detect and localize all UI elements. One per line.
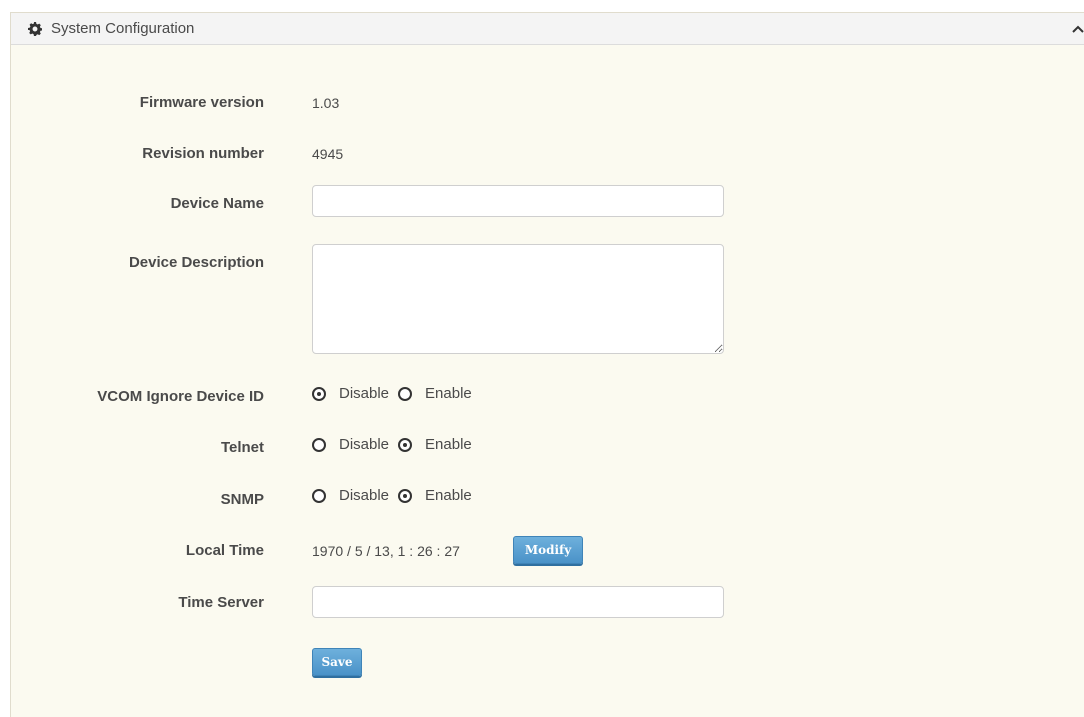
modify-time-button[interactable]: Modify <box>513 536 583 564</box>
system-configuration-panel: System Configuration Firmware version 1.… <box>10 12 1084 717</box>
device-description-label: Device Description <box>128 254 264 271</box>
radio-unchecked-icon <box>398 387 413 401</box>
telnet-enable-radio[interactable]: Enable <box>398 436 472 454</box>
vcom-disable-radio[interactable]: Disable <box>312 385 389 403</box>
telnet-label: Telnet <box>220 439 264 456</box>
snmp-enable-label: Enable <box>425 487 472 504</box>
device-description-textarea[interactable] <box>312 244 724 354</box>
radio-checked-icon <box>312 387 326 401</box>
snmp-disable-radio[interactable]: Disable <box>312 487 389 505</box>
radio-checked-icon <box>398 489 413 503</box>
panel-title: System Configuration <box>51 20 195 37</box>
panel-header[interactable]: System Configuration <box>11 13 1084 45</box>
telnet-enable-label: Enable <box>425 436 472 453</box>
vcom-enable-radio[interactable]: Enable <box>398 385 472 403</box>
time-server-label: Time Server <box>178 594 264 611</box>
local-time-value: 1970 / 5 / 13, 1 : 26 : 27 <box>312 543 460 559</box>
time-server-input[interactable] <box>312 586 724 618</box>
gear-icon <box>28 22 42 36</box>
telnet-radio-group: Disable Enable <box>312 435 481 455</box>
vcom-ignore-device-id-label: VCOM Ignore Device ID <box>97 388 264 405</box>
vcom-enable-label: Enable <box>425 385 472 402</box>
revision-number-label: Revision number <box>142 145 264 162</box>
snmp-radio-group: Disable Enable <box>312 486 481 506</box>
snmp-label: SNMP <box>220 491 264 508</box>
device-name-label: Device Name <box>170 195 264 212</box>
radio-unchecked-icon <box>312 489 326 503</box>
vcom-ignore-device-id-radio-group: Disable Enable <box>312 384 481 404</box>
device-name-input[interactable] <box>312 185 724 217</box>
firmware-version-label: Firmware version <box>139 94 264 111</box>
save-button[interactable]: Save <box>312 648 362 676</box>
snmp-enable-radio[interactable]: Enable <box>398 487 472 505</box>
telnet-disable-radio[interactable]: Disable <box>312 436 389 454</box>
telnet-disable-label: Disable <box>339 436 390 453</box>
vcom-disable-label: Disable <box>339 385 390 402</box>
snmp-disable-label: Disable <box>339 487 390 504</box>
revision-number-value: 4945 <box>312 146 344 162</box>
radio-unchecked-icon <box>312 438 326 452</box>
radio-checked-icon <box>398 438 413 452</box>
chevron-up-icon[interactable] <box>1071 22 1084 36</box>
local-time-label: Local Time <box>185 542 264 559</box>
firmware-version-value: 1.03 <box>312 95 340 111</box>
